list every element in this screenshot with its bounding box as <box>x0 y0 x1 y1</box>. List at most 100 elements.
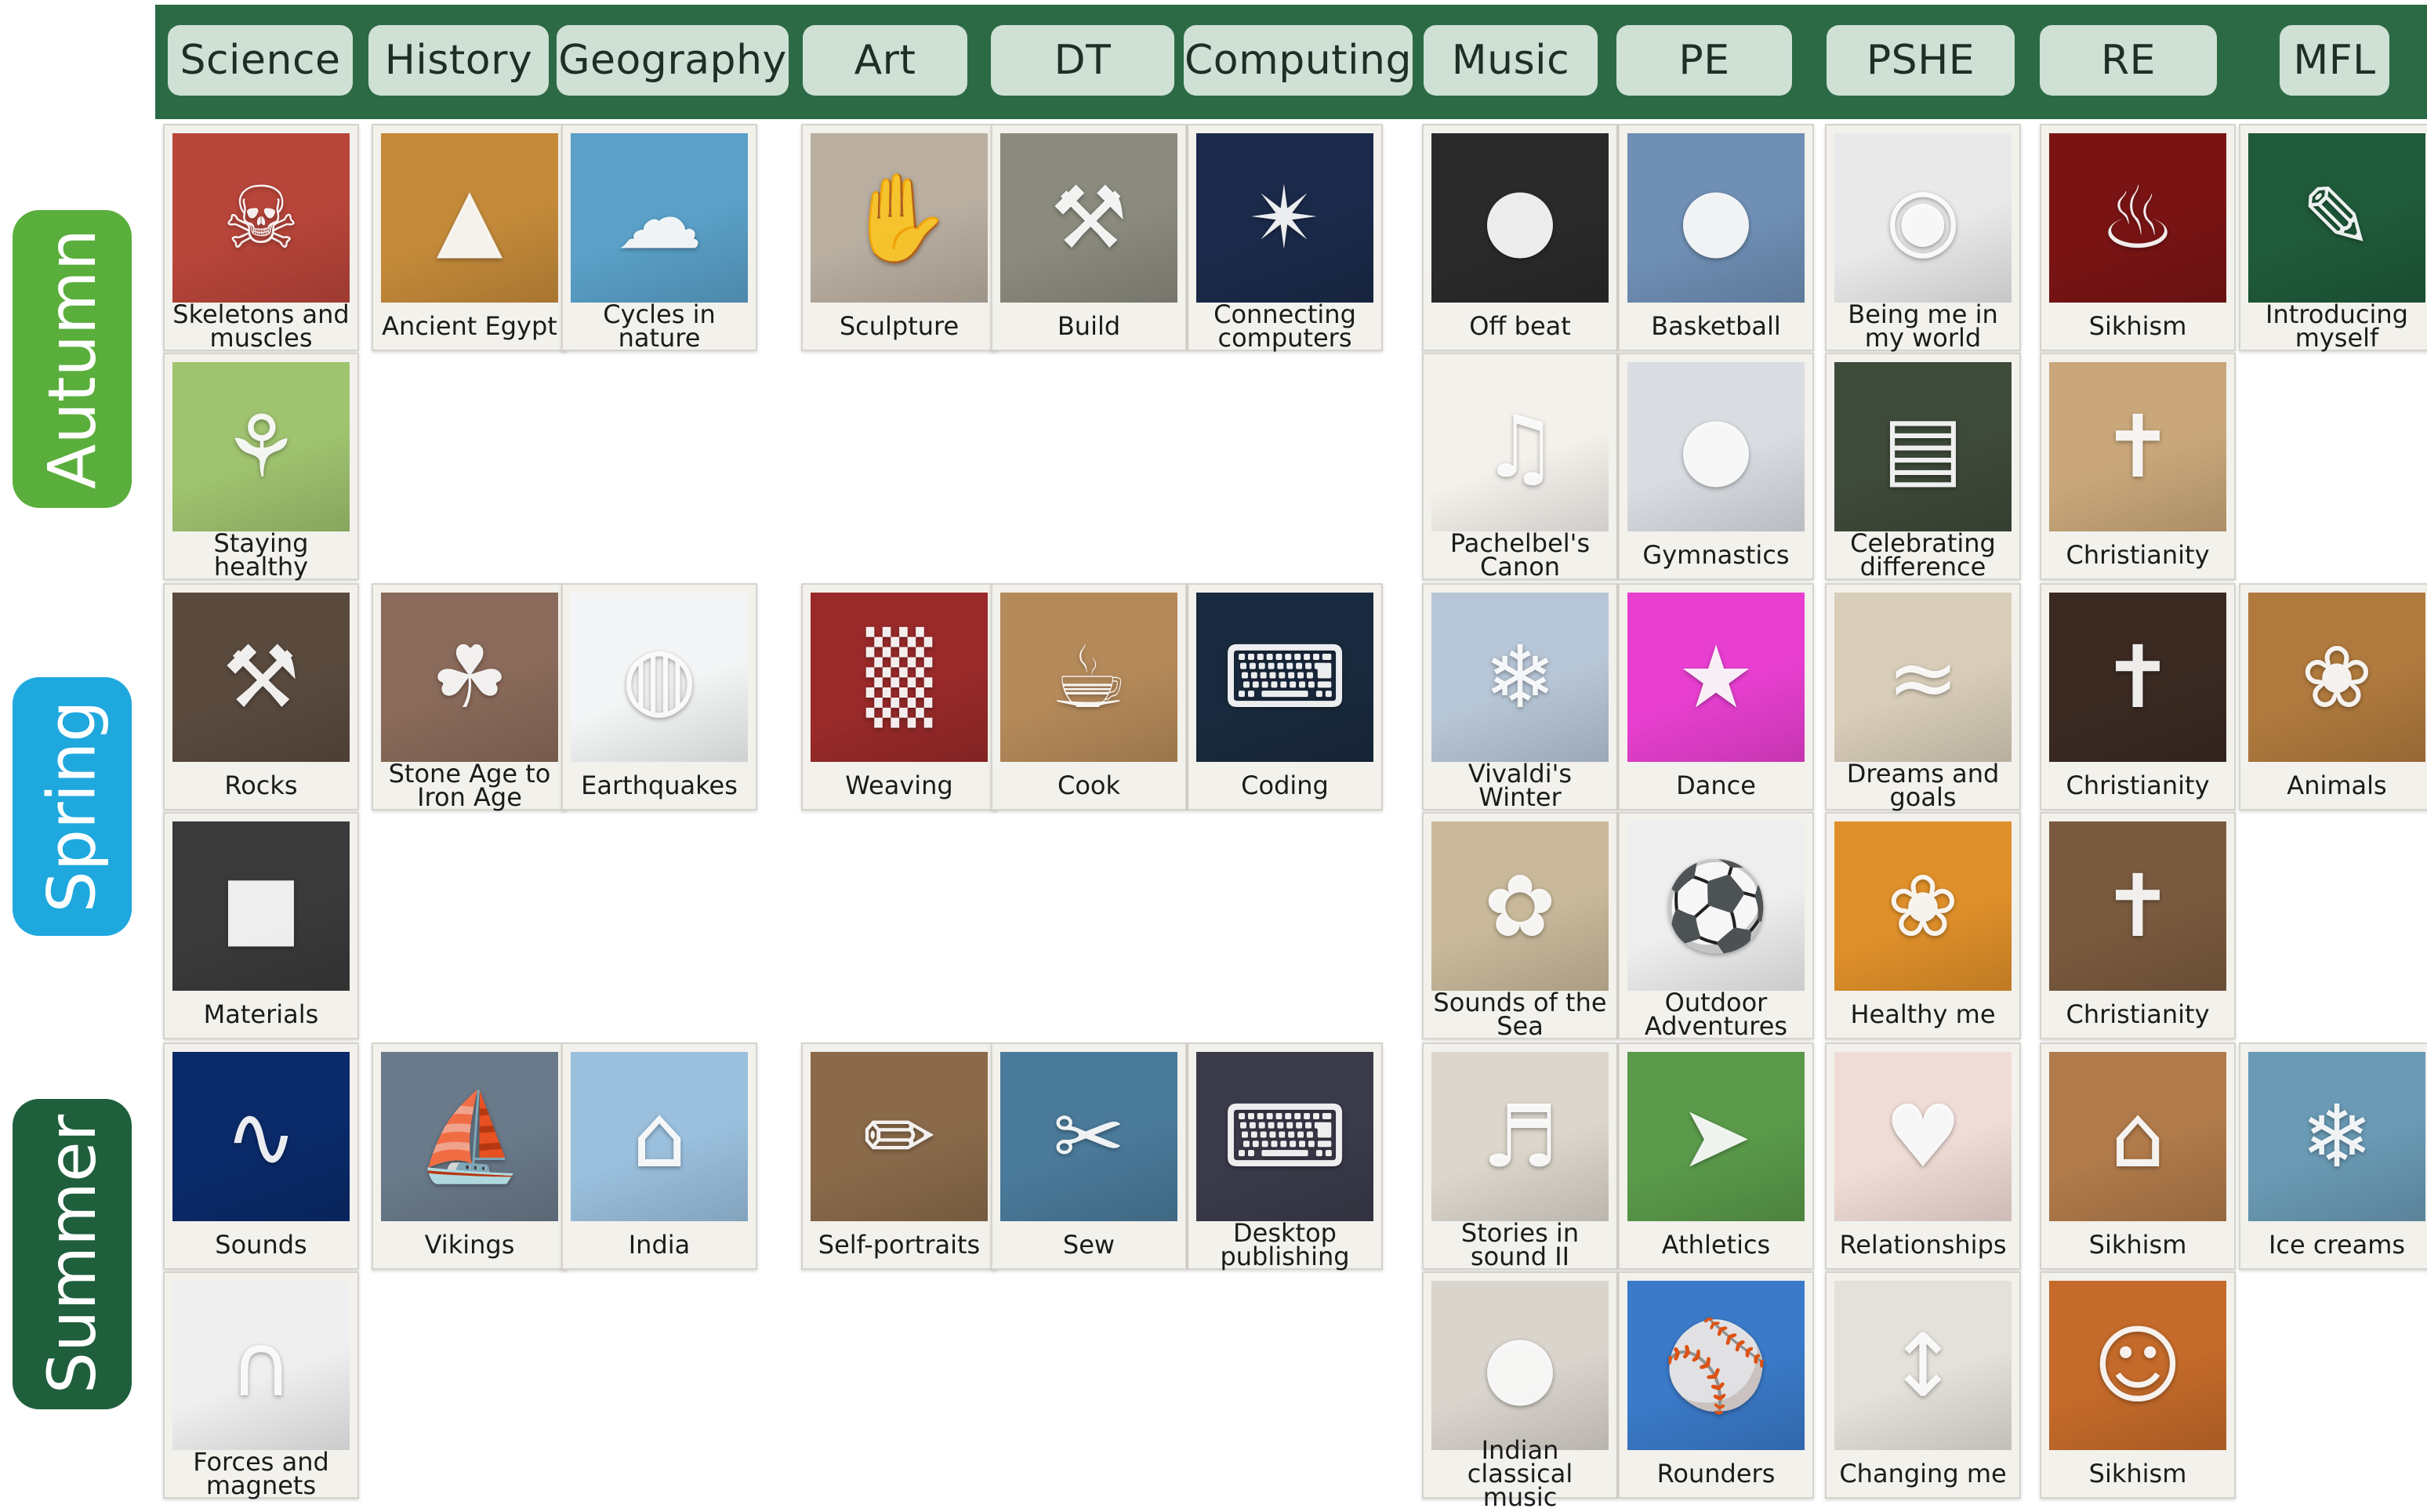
topic-caption: Vivaldi's Winter <box>1467 759 1573 812</box>
topic-card: ☁ Cycles in nature <box>561 124 757 351</box>
topic-caption: Desktop publishing <box>1220 1218 1350 1271</box>
topic-card: ☘ Stone Age to Iron Age <box>372 583 568 810</box>
topic-caption: Dance <box>1676 771 1756 800</box>
topic-card: ⌨ Coding <box>1187 583 1383 810</box>
topic-photo: ⌂ <box>571 1052 748 1221</box>
topic-photo: ✂ <box>1000 1052 1177 1221</box>
basketball-icon: ● <box>1678 168 1754 268</box>
topic-caption: Sikhism <box>2088 1459 2187 1488</box>
topic-photo: ✏ <box>811 1052 988 1221</box>
topic-card: ♥ Relationships <box>1825 1042 2021 1270</box>
topic-caption: Outdoor Adventures <box>1644 988 1788 1041</box>
topic-caption: Sew <box>1062 1230 1116 1260</box>
topic-card: ☕ Cook <box>991 583 1187 810</box>
topic-photo: ⌨ <box>1196 1052 1373 1221</box>
term-spring: Spring <box>13 677 132 936</box>
topic-photo: ⌨ <box>1196 593 1373 762</box>
topic-photo: ◍ <box>571 593 748 762</box>
code-screen-icon: ⌨ <box>1222 627 1348 727</box>
topic-caption: India <box>628 1230 691 1260</box>
subject-re: RE <box>2040 25 2217 96</box>
topic-photo: ✋ <box>811 133 988 303</box>
topic-caption: Celebrating difference <box>1850 528 1996 582</box>
topic-card: ★ Dance <box>1618 583 1814 810</box>
topic-caption: Rocks <box>224 771 298 800</box>
term-label: Autumn <box>34 229 111 489</box>
sand-writing-icon: ≈ <box>1886 627 1960 727</box>
topic-card: ● Off beat <box>1422 124 1618 351</box>
term-summer: Summer <box>13 1099 132 1409</box>
topic-card: ✝ Christianity <box>2040 353 2236 580</box>
subject-science: Science <box>168 25 353 96</box>
topic-card: ⚽ Outdoor Adventures <box>1618 812 1814 1039</box>
sketch-easel-icon: ✏ <box>862 1086 936 1187</box>
topic-photo: ↕ <box>1834 1281 2012 1450</box>
topic-caption: Rounders <box>1656 1459 1776 1488</box>
topic-caption: Sikhism <box>2088 311 2187 341</box>
topic-photo: ♫ <box>1431 362 1609 531</box>
test-tube-plant-icon: ⚘ <box>222 397 300 497</box>
topic-photo: ⛵ <box>381 1052 558 1221</box>
runner-icon: ➤ <box>1679 1086 1753 1187</box>
topic-caption: Dreams and goals <box>1846 759 2000 812</box>
topic-card: ⌨ Desktop publishing <box>1187 1042 1383 1270</box>
topic-photo: ∿ <box>172 1052 350 1221</box>
topic-caption: Indian classical music <box>1467 1435 1573 1512</box>
equity-blocks-icon: ▤ <box>1882 397 1964 497</box>
topic-card: ❀ Healthy me <box>1825 812 2021 1039</box>
praying-child-icon: ☺ <box>2092 1315 2183 1416</box>
globe-hands-icon: ◉ <box>1885 168 1961 268</box>
topic-card: ✏ Self-portraits <box>801 1042 997 1270</box>
hammer-icon: ⚒ <box>222 627 300 727</box>
topic-caption: Sounds of the Sea <box>1433 988 1607 1041</box>
topic-photo: ⌂ <box>2049 1052 2226 1221</box>
topic-photo: ☁ <box>571 133 748 303</box>
topic-caption: Christianity <box>2066 771 2210 800</box>
topic-caption: Ice creams <box>2268 1230 2406 1260</box>
topic-card: ❄ Vivaldi's Winter <box>1422 583 1618 810</box>
gym-ball-icon: ● <box>1678 397 1754 497</box>
topic-caption: Cycles in nature <box>603 299 716 353</box>
topic-caption: Weaving <box>845 771 953 800</box>
ice-cream-icon: ❄ <box>2300 1086 2374 1187</box>
topic-card: ♬ Stories in sound II <box>1422 1042 1618 1270</box>
golden-temple-icon: ⌂ <box>2110 1086 2165 1187</box>
pyramid-icon: ▲ <box>436 168 503 268</box>
topic-card: ✿ Sounds of the Sea <box>1422 812 1618 1039</box>
topic-photo: ☘ <box>381 593 558 762</box>
topic-photo: ➤ <box>1627 1052 1805 1221</box>
topic-card: ♫ Pachelbel's Canon <box>1422 353 1618 580</box>
topic-card: ▒ Weaving <box>801 583 997 810</box>
topic-caption: Skeletons and muscles <box>172 299 350 353</box>
topic-card: ❀ Animals <box>2239 583 2427 810</box>
topic-card: ✂ Sew <box>991 1042 1187 1270</box>
topic-card: ✋ Sculpture <box>801 124 997 351</box>
topic-caption: Cook <box>1057 771 1121 800</box>
tomb-cross-icon: ✝ <box>2101 627 2175 727</box>
subject-pe: PE <box>1616 25 1792 96</box>
topic-photo: ■ <box>172 821 350 991</box>
violin-icon: ♫ <box>1481 397 1559 497</box>
topic-photo: ★ <box>1627 593 1805 762</box>
topic-caption: Pachelbel's Canon <box>1449 528 1591 582</box>
cross-icon: ✝ <box>2101 397 2175 497</box>
topic-card: ♨ Sikhism <box>2040 124 2236 351</box>
topic-card: ⚒ Rocks <box>163 583 359 810</box>
skeleton-icon: ☠ <box>222 168 300 268</box>
topic-caption: Healthy me <box>1850 999 1996 1029</box>
topic-caption: Connecting computers <box>1214 299 1356 353</box>
topic-photo: ❄ <box>2248 1052 2425 1221</box>
topic-card: ↕ Changing me <box>1825 1271 2021 1499</box>
topic-card: ⌂ Sikhism <box>2040 1042 2236 1270</box>
topic-card: ⛵ Vikings <box>372 1042 568 1270</box>
topic-caption: Stone Age to Iron Age <box>388 759 551 812</box>
topic-card: ⚘ Staying healthy <box>163 353 359 580</box>
instruments-icon: ♬ <box>1481 1086 1559 1187</box>
subject-pshe: PSHE <box>1827 25 2015 96</box>
subject-art: Art <box>803 25 967 96</box>
topic-caption: Basketball <box>1651 311 1781 341</box>
topic-card: ● Indian classical music <box>1422 1271 1618 1512</box>
sports-balls-icon: ⚽ <box>1662 856 1770 956</box>
topic-caption: Christianity <box>2066 540 2210 570</box>
topic-card: ⚒ Build <box>991 124 1187 351</box>
